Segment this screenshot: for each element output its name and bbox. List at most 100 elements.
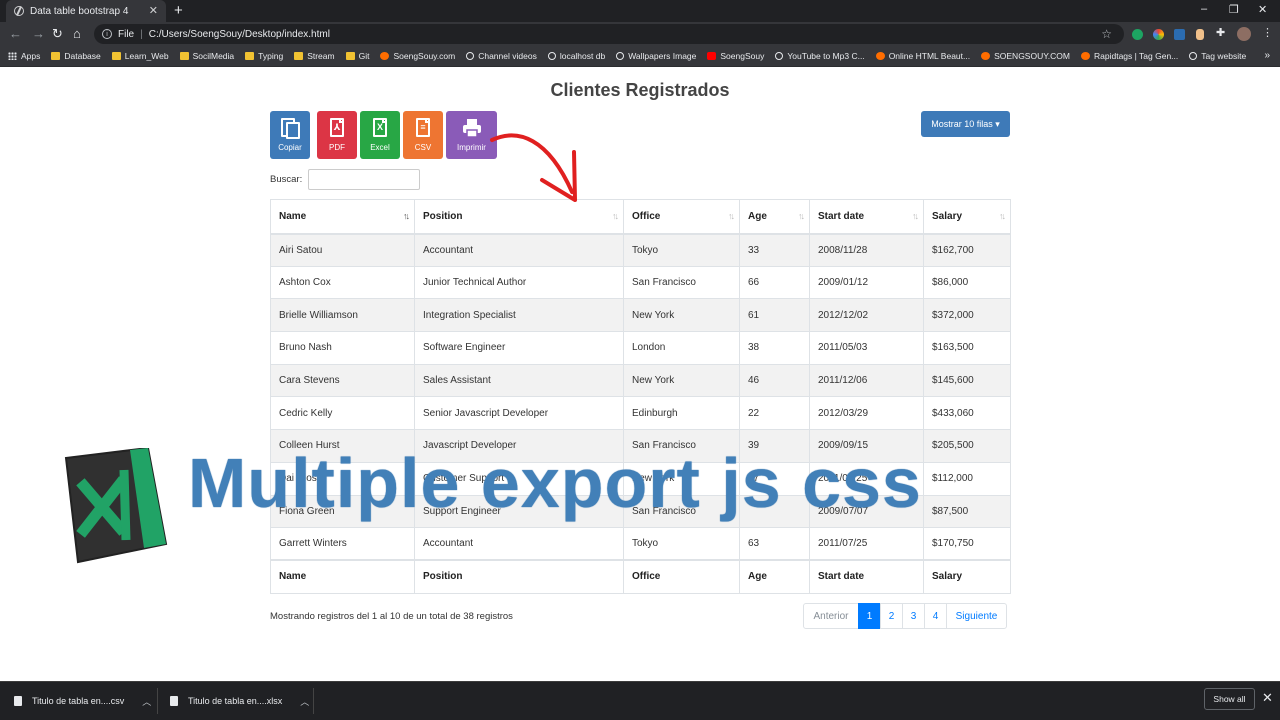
- close-downloads-icon[interactable]: ✕: [1262, 690, 1273, 706]
- bookmark-label: SocilMedia: [192, 51, 235, 61]
- video-overlay-title: Multiple export js css: [188, 444, 922, 522]
- cell-office: New York: [623, 363, 740, 398]
- pdf-button[interactable]: ⅄ PDF: [317, 111, 357, 159]
- bookmark-label: YouTube to Mp3 C...: [787, 51, 865, 61]
- cell-age: 63: [739, 527, 810, 561]
- profile-avatar[interactable]: [1237, 27, 1251, 41]
- download-item[interactable]: Titulo de tabla en....xlsx ︿: [170, 682, 309, 720]
- cell-start-date: 2012/03/29: [809, 396, 924, 431]
- extension-icon[interactable]: [1196, 29, 1204, 40]
- divider: [157, 688, 158, 714]
- footer-start-date: Start date: [809, 559, 924, 594]
- bookmark-item[interactable]: localhost db: [547, 51, 605, 61]
- csv-button-label: CSV: [414, 143, 432, 152]
- more-bookmarks-icon[interactable]: »: [1264, 50, 1270, 61]
- home-icon[interactable]: ⌂: [73, 26, 81, 41]
- forward-icon[interactable]: →: [32, 26, 45, 41]
- color-picker-extension-icon[interactable]: [1153, 29, 1164, 40]
- grammarly-extension-icon[interactable]: [1132, 29, 1143, 40]
- column-header-salary[interactable]: Salary ↑↓: [923, 199, 1011, 235]
- minimize-icon[interactable]: –: [1201, 3, 1207, 15]
- bookmark-label: Git: [358, 51, 370, 61]
- bookmark-item[interactable]: Apps: [8, 51, 40, 61]
- browser-tab[interactable]: Data table bootstrap 4 ✕: [6, 0, 166, 22]
- download-item[interactable]: Titulo de tabla en....csv ︿: [14, 682, 151, 720]
- bookmark-item[interactable]: Database: [51, 51, 101, 61]
- back-icon[interactable]: ←: [9, 26, 22, 41]
- bookmark-item[interactable]: Tag website: [1189, 51, 1246, 61]
- table-row: Brielle Williamson Integration Specialist…: [270, 298, 1011, 333]
- show-all-downloads-button[interactable]: Show all: [1204, 688, 1255, 710]
- bookmark-item[interactable]: SOENGSOUY.COM: [981, 51, 1070, 61]
- cell-office: San Francisco: [623, 265, 740, 300]
- previous-page-button[interactable]: Anterior: [803, 603, 859, 629]
- bookmark-label: Database: [64, 51, 101, 61]
- cell-salary: $205,500: [923, 429, 1011, 463]
- footer-office: Office: [623, 559, 740, 594]
- browser-tab-bar: Data table bootstrap 4 ✕ + – ❐ ✕: [0, 0, 1280, 22]
- bookmark-label: Wallpapers Image: [628, 51, 697, 61]
- reload-icon[interactable]: ↻: [52, 26, 63, 42]
- bookmarks-bar: Apps Database Learn_Web SocilMedia Typing Str…: [0, 46, 1280, 67]
- bookmark-item[interactable]: Git: [345, 51, 370, 61]
- info-icon[interactable]: i: [102, 29, 112, 39]
- extensions-puzzle-icon[interactable]: ✚: [1216, 26, 1227, 39]
- bookmark-item[interactable]: YouTube to Mp3 C...: [775, 51, 865, 61]
- next-page-button[interactable]: Siguiente: [946, 603, 1007, 629]
- rows-per-page-dropdown[interactable]: Mostrar 10 filas ▾: [921, 111, 1010, 137]
- column-header-age[interactable]: Age ↑↓: [739, 199, 810, 235]
- sort-icon: ↑↓: [999, 211, 1006, 221]
- excel-icon: X: [370, 118, 390, 140]
- file-icon: [170, 696, 178, 706]
- bookmark-item[interactable]: Channel videos: [466, 51, 537, 61]
- address-url: C:/Users/SoengSouy/Desktop/index.html: [148, 28, 330, 40]
- cell-start-date: 2009/01/12: [809, 265, 924, 300]
- page-button-2[interactable]: 2: [880, 603, 903, 629]
- site-icon: [981, 52, 991, 60]
- bookmark-item[interactable]: SoengSouy: [707, 51, 764, 61]
- csv-button[interactable]: ≡ CSV: [403, 111, 443, 159]
- bookmark-item[interactable]: Learn_Web: [111, 51, 169, 61]
- bookmark-item[interactable]: Wallpapers Image: [616, 51, 696, 61]
- page-button-3[interactable]: 3: [902, 603, 925, 629]
- sort-icon: ↑↓: [798, 211, 805, 221]
- youtube-icon: [707, 52, 717, 60]
- bookmark-item[interactable]: SocilMedia: [179, 51, 235, 61]
- bookmark-label: Apps: [21, 51, 41, 61]
- column-header-office[interactable]: Office ↑↓: [623, 199, 740, 235]
- bookmark-item[interactable]: Rapidtags | Tag Gen...: [1081, 51, 1178, 61]
- table-row: Cedric Kelly Senior Javascript Developer E…: [270, 396, 1011, 431]
- tab-title: Data table bootstrap 4: [30, 5, 129, 17]
- window-close-icon[interactable]: ✕: [1258, 3, 1267, 16]
- cell-office: Edinburgh: [623, 396, 740, 431]
- extension-icon[interactable]: [1174, 29, 1185, 40]
- divider: [313, 688, 314, 714]
- chevron-up-icon[interactable]: ︿: [142, 695, 151, 708]
- column-header-start-date[interactable]: Start date ↑↓: [809, 199, 924, 235]
- restore-icon[interactable]: ❐: [1229, 3, 1239, 16]
- bookmark-star-icon[interactable]: ☆: [1101, 27, 1112, 41]
- bookmark-item[interactable]: Stream: [294, 51, 335, 61]
- excel-button-label: Excel: [370, 143, 390, 152]
- column-header-name[interactable]: Name ↑↓: [270, 199, 415, 235]
- cell-position: Accountant: [414, 233, 624, 267]
- cell-position: Junior Technical Author: [414, 265, 624, 300]
- page-button-1[interactable]: 1: [858, 603, 881, 629]
- cell-age: 66: [739, 265, 810, 300]
- search-input[interactable]: [308, 169, 420, 190]
- sort-asc-icon: ↑↓: [403, 211, 410, 221]
- address-bar[interactable]: i File | C:/Users/SoengSouy/Desktop/inde…: [94, 24, 1124, 44]
- bookmark-item[interactable]: SoengSouy.com: [380, 51, 455, 61]
- copy-button-label: Copiar: [278, 143, 302, 152]
- copy-button[interactable]: Copiar: [270, 111, 310, 159]
- new-tab-button[interactable]: +: [174, 2, 183, 19]
- browser-menu-icon[interactable]: ⋮: [1262, 26, 1273, 39]
- page-button-4[interactable]: 4: [924, 603, 947, 629]
- chevron-up-icon[interactable]: ︿: [300, 695, 309, 708]
- bookmark-item[interactable]: Typing: [245, 51, 283, 61]
- excel-button[interactable]: X Excel: [360, 111, 400, 159]
- bookmark-item[interactable]: Online HTML Beaut...: [875, 51, 970, 61]
- tab-close-icon[interactable]: ✕: [149, 4, 158, 17]
- bookmark-label: Tag website: [1201, 51, 1247, 61]
- bookmark-label: SoengSouy: [720, 51, 765, 61]
